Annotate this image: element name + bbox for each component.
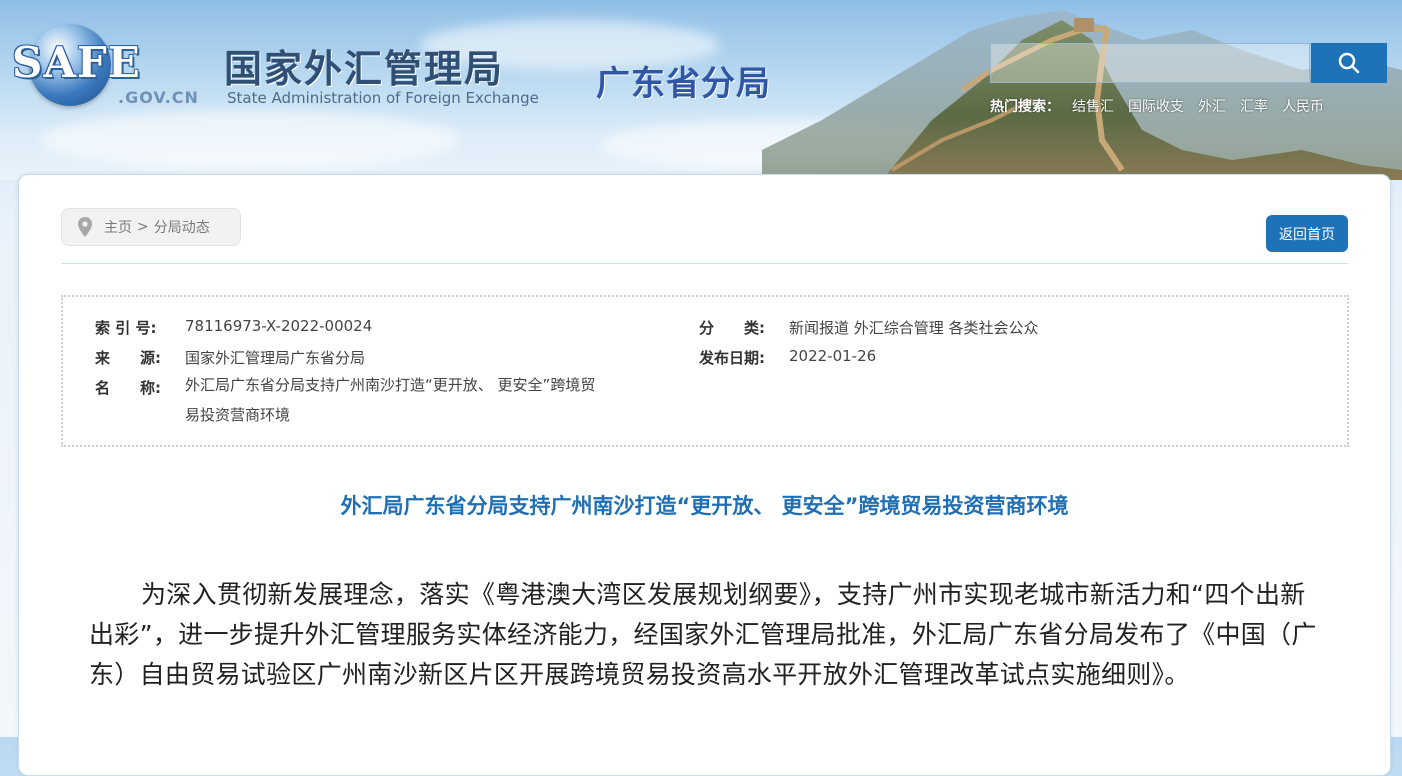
search-icon (1338, 52, 1360, 74)
meta-index-label: 索 引 号: (95, 319, 157, 337)
hot-link-renminbi[interactable]: 人民币 (1282, 96, 1324, 116)
site-header: SAFE .GOV.CN 国家外汇管理局 State Administratio… (0, 0, 1402, 180)
hot-link-jieshouhui[interactable]: 结售汇 (1072, 96, 1114, 116)
hot-link-guojishouzhi[interactable]: 国际收支 (1128, 96, 1184, 116)
cloud-decoration (40, 110, 460, 170)
article-title: 外汇局广东省分局支持广州南沙打造“更开放、 更安全”跨境贸易投资营商环境 (340, 494, 1069, 518)
hot-search-label: 热门搜索： (990, 99, 1060, 115)
article-paragraph: 为深入贯彻新发展理念，落实《粤港澳大湾区发展规划纲要》，支持广州市实现老城市新活… (89, 580, 1317, 689)
breadcrumb: 主页 > 分局动态 (61, 208, 241, 246)
meta-category: 分 类: 新闻报道 外汇综合管理 各类社会公众 (699, 317, 1039, 338)
header-divider (61, 263, 1348, 264)
meta-name-label: 名 称: (95, 379, 161, 397)
search-button[interactable] (1311, 43, 1387, 83)
site-title-en: State Administration of Foreign Exchange (227, 89, 539, 107)
hot-search: 热门搜索： 结售汇 国际收支 外汇 汇率 人民币 (990, 96, 1338, 116)
search-input[interactable] (991, 44, 1309, 82)
meta-name-line-2: 易投资营商环境 (185, 406, 291, 424)
meta-date: 发布日期: 2022-01-26 (699, 347, 876, 368)
breadcrumb-current[interactable]: 分局动态 (154, 217, 210, 237)
back-home-button[interactable]: 返回首页 (1266, 215, 1348, 252)
meta-date-value: 2022-01-26 (789, 347, 877, 365)
meta-index: 索 引 号: 78116973-X-2022-00024 (95, 317, 372, 338)
meta-name: 名 称: 外汇局广东省分局支持广州南沙打造“更开放、 更安全”跨境贸 易投资营商… (95, 376, 595, 430)
document-meta-box: 索 引 号: 78116973-X-2022-00024 分 类: 新闻报道 外… (61, 295, 1349, 447)
meta-category-label: 分 类: (699, 319, 765, 337)
breadcrumb-separator: > (137, 219, 149, 235)
great-wall-illustration (762, 10, 1402, 180)
meta-category-value: 新闻报道 外汇综合管理 各类社会公众 (789, 319, 1039, 337)
meta-source-value: 国家外汇管理局广东省分局 (185, 349, 366, 367)
breadcrumb-home[interactable]: 主页 (104, 217, 132, 237)
location-pin-icon (78, 217, 92, 237)
content-panel: 主页 > 分局动态 返回首页 索 引 号: 78116973-X-2022-00… (18, 174, 1391, 776)
meta-name-value: 外汇局广东省分局支持广州南沙打造“更开放、 更安全”跨境贸 易投资营商环境 (185, 370, 595, 430)
safe-logo-text: SAFE (12, 38, 141, 87)
site-title-cn: 国家外汇管理局 (224, 47, 505, 91)
hot-link-huilv[interactable]: 汇率 (1240, 96, 1268, 116)
meta-index-value: 78116973-X-2022-00024 (185, 317, 373, 335)
search-box (990, 43, 1310, 83)
meta-source-label: 来 源: (95, 349, 161, 367)
meta-source: 来 源: 国家外汇管理局广东省分局 (95, 347, 365, 368)
meta-name-line-1: 外汇局广东省分局支持广州南沙打造“更开放、 更安全”跨境贸 (185, 376, 596, 394)
hot-link-waihui[interactable]: 外汇 (1198, 96, 1226, 116)
meta-date-label: 发布日期: (699, 349, 765, 367)
logo-domain: .GOV.CN (118, 88, 199, 107)
branch-name: 广东省分局 (596, 64, 771, 104)
